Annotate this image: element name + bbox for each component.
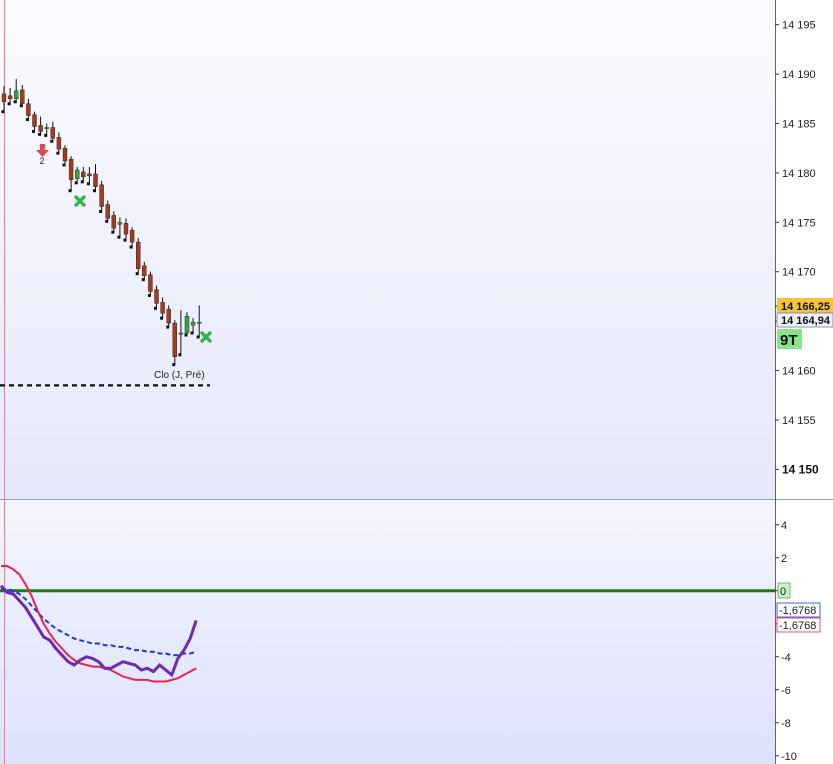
indicator-tick-label: -8 <box>781 718 791 730</box>
price-tick-label: 14 195 <box>782 20 816 32</box>
candle-low-marker <box>19 104 23 108</box>
candle-low-marker <box>105 219 109 223</box>
candle-low-marker <box>160 316 164 320</box>
indicator-tick-label: 4 <box>781 520 787 532</box>
price-panel-background <box>0 0 775 499</box>
previous-close-label: Clo (J, Pré) <box>154 370 205 381</box>
zero-value-label: 0 <box>780 586 786 598</box>
candle-low-marker <box>184 333 188 337</box>
candle-body <box>44 127 49 129</box>
candle-low-marker <box>117 235 121 239</box>
candle-body <box>129 230 135 243</box>
candle-body <box>87 173 92 177</box>
candle-body <box>99 184 104 207</box>
candle-low-marker <box>50 139 54 143</box>
candle-body <box>81 171 86 178</box>
candle-body <box>166 309 171 324</box>
candle-body <box>135 241 141 269</box>
candle-body <box>196 321 202 324</box>
price-tick-label: 14 185 <box>782 119 816 131</box>
candle-body <box>93 173 98 187</box>
chart-canvas: 14 195 14 190 14 185 14 180 14 175 14 170 14 1… <box>0 0 833 764</box>
candle-low-marker <box>62 163 66 167</box>
candle-body <box>50 127 55 139</box>
candle-low-marker <box>166 325 170 329</box>
candle-body <box>7 95 13 100</box>
candle-low-marker <box>86 182 90 186</box>
price-tick-label: 14 150 <box>782 462 819 476</box>
candle-low-marker <box>13 100 17 104</box>
candle-low-marker <box>25 118 29 122</box>
candle-low-marker <box>135 272 139 276</box>
candle-body <box>62 148 68 162</box>
candle-low-marker <box>80 180 84 184</box>
candle-body <box>190 321 196 326</box>
price-tick-label: 14 175 <box>782 217 816 229</box>
candle-low-marker <box>99 209 103 213</box>
price-tick-label: 14 190 <box>782 69 816 81</box>
candle-body <box>111 215 117 229</box>
candle-body <box>105 204 110 219</box>
candle-low-marker <box>38 132 42 136</box>
candle-body <box>20 89 25 104</box>
candle-low-marker <box>154 306 157 310</box>
blue-value-label: -1,6768 <box>779 605 816 617</box>
timeframe-label: 9T <box>780 332 798 349</box>
candle-body <box>38 125 43 132</box>
candle-low-marker <box>56 151 60 155</box>
indicator-tick-label: 2 <box>781 553 787 565</box>
candle-body <box>160 302 165 314</box>
candle-body <box>123 223 129 235</box>
indicator-tick-label: -10 <box>781 751 797 763</box>
candle-low-marker <box>111 230 115 234</box>
candle-body <box>13 90 19 100</box>
candle-body <box>117 222 123 225</box>
candle-low-marker <box>32 129 35 133</box>
candle-low-marker <box>93 189 96 193</box>
candle-low-marker <box>141 278 145 282</box>
candle-low-marker <box>129 245 133 249</box>
candle-body <box>56 137 62 150</box>
candle-low-marker <box>196 335 200 339</box>
price-tick-label: 14 170 <box>782 267 816 279</box>
candle-low-marker <box>190 331 194 335</box>
candle-body <box>178 332 184 335</box>
candle-low-marker <box>74 181 78 185</box>
candle-low-marker <box>44 133 48 137</box>
price-tick-label: 14 180 <box>782 168 816 180</box>
candle-body <box>74 169 80 180</box>
candle-body <box>26 103 31 116</box>
candle-low-marker <box>7 102 11 106</box>
candle-low-marker <box>68 189 72 193</box>
candle-body <box>32 114 37 127</box>
red-value-label: -1,6768 <box>779 620 816 632</box>
arrow-count-label: 2 <box>40 156 45 166</box>
candle-body <box>172 322 178 357</box>
indicator-tick-label: -4 <box>781 652 791 664</box>
candle-body <box>184 315 190 334</box>
candle-low-marker <box>178 353 182 357</box>
candle-low-marker <box>172 363 176 367</box>
candle-body <box>68 158 74 181</box>
price-tick-label: 14 160 <box>782 366 816 378</box>
candle-low-marker <box>147 293 151 297</box>
candle-body <box>148 274 153 292</box>
candle-body <box>142 265 147 276</box>
candle-low-marker <box>1 110 5 114</box>
close-price-label: 14 164,94 <box>781 315 831 327</box>
indicator-tick-label: -6 <box>781 685 791 697</box>
indicator-panel-background <box>0 500 775 764</box>
last-price-label: 14 166,25 <box>781 301 830 313</box>
axis-background <box>775 0 833 764</box>
candle-body <box>154 289 159 304</box>
candle-body <box>1 93 7 102</box>
candle-low-marker <box>123 238 127 242</box>
price-tick-label: 14 155 <box>782 415 816 427</box>
